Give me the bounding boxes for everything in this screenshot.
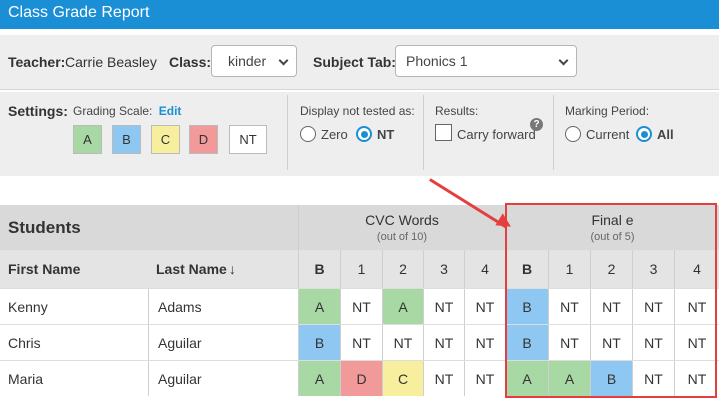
group-subtitle: (out of 10) xyxy=(376,231,428,243)
grade-cell[interactable]: NT xyxy=(340,325,382,360)
grade-swatch-nt: NT xyxy=(229,125,267,154)
grade-cell[interactable]: NT xyxy=(464,289,505,324)
subject-tab-label: Subject Tab: xyxy=(313,54,396,70)
grade-cell[interactable]: NT xyxy=(632,289,674,324)
display-not-tested-label: Display not tested as: xyxy=(300,104,415,118)
grade-swatch-a: A xyxy=(73,125,102,154)
grade-cell[interactable]: NT xyxy=(674,289,719,324)
column-header-3: 3 xyxy=(632,250,674,288)
column-header-3: 3 xyxy=(423,250,464,288)
chevron-down-icon xyxy=(558,55,569,66)
display-zero-radio[interactable] xyxy=(300,126,316,142)
grade-cell[interactable]: B xyxy=(505,289,548,324)
grade-cell[interactable]: NT xyxy=(423,325,464,360)
grade-cell[interactable]: B xyxy=(505,325,548,360)
group-subtitle: (out of 5) xyxy=(590,231,635,243)
grade-swatch-c: C xyxy=(151,125,180,154)
marking-current-radio[interactable] xyxy=(565,126,581,142)
column-header-4: 4 xyxy=(674,250,719,288)
edit-grading-scale-link[interactable]: Edit xyxy=(159,104,182,118)
first-name-cell: Maria xyxy=(8,370,44,387)
column-header-4: 4 xyxy=(464,250,505,288)
students-header: Students xyxy=(0,205,298,250)
group-name: CVC Words xyxy=(365,212,439,228)
column-header-b: B xyxy=(298,250,340,288)
subject-tab-select[interactable]: Phonics 1 xyxy=(395,45,577,77)
teacher-label: Teacher: xyxy=(8,54,66,70)
grade-cell[interactable]: NT xyxy=(590,289,632,324)
grade-cell[interactable]: A xyxy=(505,361,548,396)
last-name-header-label: Last Name xyxy=(156,261,227,277)
last-name-cell: Adams xyxy=(148,289,298,324)
settings-divider xyxy=(423,95,424,170)
settings-divider xyxy=(287,95,288,170)
class-label: Class: xyxy=(169,54,212,70)
marking-period-label: Marking Period: xyxy=(565,104,650,118)
grade-cell[interactable]: A xyxy=(382,289,423,324)
group-header-final-e: Final e (out of 5) xyxy=(505,205,719,250)
grade-swatch-b: B xyxy=(112,125,141,154)
grade-cell[interactable]: NT xyxy=(674,361,719,396)
marking-current-label: Current xyxy=(586,127,630,142)
group-header-cvc-words: CVC Words (out of 10) xyxy=(298,205,505,250)
subject-tab-select-value: Phonics 1 xyxy=(406,53,468,69)
column-header-2: 2 xyxy=(590,250,632,288)
grade-cell[interactable]: C xyxy=(382,361,423,396)
display-nt-radio[interactable] xyxy=(356,126,372,142)
class-select[interactable]: kinder xyxy=(211,45,297,77)
group-name: Final e xyxy=(591,212,634,228)
grade-cell[interactable]: NT xyxy=(590,325,632,360)
grade-cell[interactable]: NT xyxy=(632,325,674,360)
grade-cell[interactable]: A xyxy=(298,289,340,324)
grade-cell[interactable]: B xyxy=(298,325,340,360)
grade-cell[interactable]: NT xyxy=(340,289,382,324)
sort-down-arrow-icon: ↓ xyxy=(228,261,236,277)
carry-forward-checkbox[interactable] xyxy=(435,124,452,141)
grade-cell[interactable]: NT xyxy=(464,325,505,360)
grade-cell[interactable]: NT xyxy=(548,289,590,324)
grade-cell[interactable]: NT xyxy=(382,325,423,360)
last-name-cell: Aguilar xyxy=(148,361,298,396)
grade-swatch-d: D xyxy=(189,125,218,154)
settings-label: Settings: xyxy=(8,103,68,119)
display-nt-label: NT xyxy=(377,127,395,142)
grade-cell[interactable]: NT xyxy=(464,361,505,396)
grade-cell[interactable]: NT xyxy=(632,361,674,396)
last-name-cell: Aguilar xyxy=(148,325,298,360)
help-icon[interactable]: ? xyxy=(530,118,543,131)
grade-cell[interactable]: NT xyxy=(674,325,719,360)
grade-cell[interactable]: NT xyxy=(423,361,464,396)
grade-cell[interactable]: NT xyxy=(423,289,464,324)
grade-cell[interactable]: A xyxy=(298,361,340,396)
grading-scale-text: Grading Scale: xyxy=(73,104,153,118)
marking-all-label: All xyxy=(657,127,674,142)
teacher-name: Carrie Beasley xyxy=(65,54,157,70)
class-select-value: kinder xyxy=(228,53,267,69)
page-title-bar: Class Grade Report xyxy=(0,0,719,29)
display-zero-label: Zero xyxy=(321,127,348,142)
column-header-1: 1 xyxy=(340,250,382,288)
first-name-cell: Chris xyxy=(8,334,41,351)
page-title: Class Grade Report xyxy=(8,4,150,21)
first-name-cell: Kenny xyxy=(8,298,48,315)
results-label: Results: xyxy=(435,104,479,118)
column-header-2: 2 xyxy=(382,250,423,288)
grading-scale-label: Grading Scale: Edit xyxy=(73,104,181,118)
first-name-header[interactable]: First Name xyxy=(0,250,148,288)
marking-all-radio[interactable] xyxy=(636,126,652,142)
grade-cell[interactable]: D xyxy=(340,361,382,396)
carry-forward-label: Carry forward xyxy=(457,127,536,142)
settings-divider xyxy=(553,95,554,170)
chevron-down-icon xyxy=(278,55,289,66)
last-name-header[interactable]: Last Name ↓ xyxy=(148,250,298,288)
column-header-b: B xyxy=(505,250,548,288)
grade-cell[interactable]: A xyxy=(548,361,590,396)
grade-cell[interactable]: B xyxy=(590,361,632,396)
column-header-1: 1 xyxy=(548,250,590,288)
grade-cell[interactable]: NT xyxy=(548,325,590,360)
